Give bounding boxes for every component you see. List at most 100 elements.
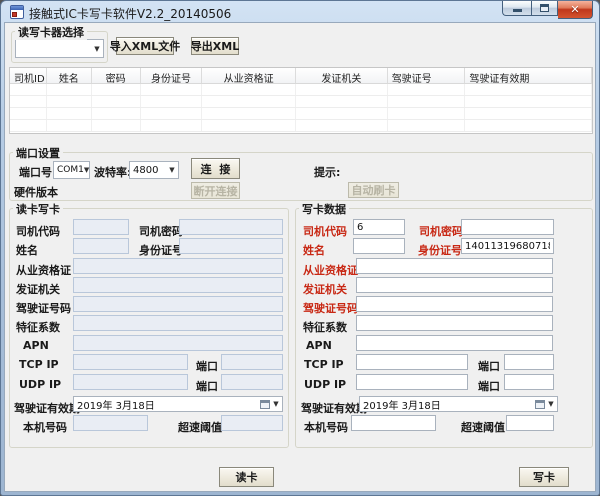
chevron-down-icon: ▼ xyxy=(270,400,282,408)
chevron-down-icon: ▼ xyxy=(91,45,103,53)
grid-header-6[interactable]: 驾驶证号 xyxy=(388,68,466,83)
read-card-license-number-input xyxy=(73,296,283,312)
write-card-qualification-cert-input[interactable] xyxy=(356,258,553,274)
connect-button[interactable]: 连 接 xyxy=(191,158,240,179)
grid-cell xyxy=(47,96,92,107)
read-card-id-number-label: 身份证号 xyxy=(139,242,183,258)
write-card-tcp-ip-input[interactable] xyxy=(356,354,468,370)
grid-cell xyxy=(465,120,592,131)
baud-rate-value: 4800 xyxy=(133,165,158,176)
write-card-speed-threshold-input[interactable] xyxy=(506,415,554,431)
read-card-speed-threshold-label: 超速阈值 xyxy=(178,419,222,435)
grid-cell xyxy=(141,120,203,131)
grid-cell xyxy=(388,120,466,131)
write-card-udp-port-label: 端口 xyxy=(478,378,500,394)
read-card-name-label: 姓名 xyxy=(16,242,38,258)
read-card-speed-threshold-input xyxy=(221,415,283,431)
grid-header-7[interactable]: 驾驶证有效期 xyxy=(465,68,592,83)
chevron-down-icon: ▼ xyxy=(166,166,178,174)
read-card-issuing-authority-input xyxy=(73,277,283,293)
write-card-license-number-label: 驾驶证号码 xyxy=(303,300,358,316)
chevron-down-icon: ▼ xyxy=(84,166,89,174)
port-settings-group-label: 端口设置 xyxy=(13,145,63,161)
app-icon xyxy=(10,5,24,19)
write-card-group-label: 写卡数据 xyxy=(299,201,349,217)
write-card-feature-coefficient-input[interactable] xyxy=(356,315,553,331)
export-xml-button[interactable]: 导出XML xyxy=(191,37,239,55)
write-card-driver-code-input[interactable] xyxy=(353,219,405,235)
grid-cell xyxy=(92,96,141,107)
grid-header-0[interactable]: 司机ID xyxy=(10,68,47,83)
write-card-qualification-cert-label: 从业资格证 xyxy=(303,262,358,278)
grid-header-2[interactable]: 密码 xyxy=(92,68,141,83)
read-card-tcp-port-label: 端口 xyxy=(196,358,218,374)
read-card-tcp-ip-label: TCP IP xyxy=(19,358,59,371)
minimize-button[interactable] xyxy=(502,1,531,16)
grid-header-5[interactable]: 发证机关 xyxy=(296,68,388,83)
grid-cell xyxy=(388,96,466,107)
hint-label: 提示: xyxy=(314,164,340,180)
read-card-driver-password-label: 司机密码 xyxy=(139,223,183,239)
grid-cell xyxy=(202,84,296,95)
grid-cell xyxy=(10,84,47,95)
write-card-tcp-port-input[interactable] xyxy=(504,354,554,370)
grid-header-row: 司机ID姓名密码身份证号从业资格证发证机关驾驶证号驾驶证有效期 xyxy=(10,68,592,84)
reader-select-group-label: 读写卡器选择 xyxy=(15,24,87,40)
read-card-driver-password-input xyxy=(179,219,283,235)
grid-header-3[interactable]: 身份证号 xyxy=(141,68,203,83)
auto-swipe-button: 自动刷卡 xyxy=(348,182,399,198)
read-card-license-expiry-label: 驾驶证有效期 xyxy=(14,400,80,416)
reader-select-combobox[interactable]: ▼ xyxy=(15,39,104,58)
close-button[interactable]: ✕ xyxy=(558,1,593,19)
read-card-udp-port-input xyxy=(221,374,283,390)
write-card-local-number-input[interactable] xyxy=(351,415,436,431)
write-card-name-label: 姓名 xyxy=(303,242,325,258)
read-card-qualification-cert-input xyxy=(73,258,283,274)
read-card-qualification-cert-label: 从业资格证 xyxy=(16,262,71,278)
write-card-udp-ip-input[interactable] xyxy=(356,374,468,390)
write-card-license-number-input[interactable] xyxy=(356,296,553,312)
read-card-license-expiry-datepicker[interactable]: 2019年 3月18日▼ xyxy=(73,396,283,412)
grid-cell xyxy=(47,120,92,131)
write-card-name-input[interactable] xyxy=(353,238,405,254)
write-card-apn-label: APN xyxy=(306,339,332,352)
grid-cell xyxy=(47,108,92,119)
read-card-button[interactable]: 读卡 xyxy=(219,467,274,487)
read-card-feature-coefficient-label: 特征系数 xyxy=(16,319,60,335)
baud-rate-combobox[interactable]: 4800 ▼ xyxy=(129,161,179,179)
write-card-id-number-input[interactable] xyxy=(461,238,554,254)
maximize-button[interactable] xyxy=(531,1,558,16)
app-window: 接触式IC卡写卡软件V2.2_20140506 ✕ 读写卡器选择 ▼ 导入XML… xyxy=(0,0,600,496)
grid-cell xyxy=(141,84,203,95)
read-card-issuing-authority-label: 发证机关 xyxy=(16,281,60,297)
grid-cell xyxy=(388,108,466,119)
port-number-label: 端口号: xyxy=(19,164,56,180)
write-card-local-number-label: 本机号码 xyxy=(304,419,348,435)
baud-rate-label: 波特率: xyxy=(94,164,131,180)
read-card-name-input xyxy=(73,238,129,254)
read-card-local-number-label: 本机号码 xyxy=(23,419,67,435)
hardware-version-label: 硬件版本 xyxy=(14,184,58,200)
write-card-udp-port-input[interactable] xyxy=(504,374,554,390)
write-card-speed-threshold-label: 超速阈值 xyxy=(461,419,505,435)
write-card-issuing-authority-input[interactable] xyxy=(356,277,553,293)
read-card-license-number-label: 驾驶证号码 xyxy=(16,300,71,316)
write-card-button[interactable]: 写卡 xyxy=(519,467,569,487)
grid-header-1[interactable]: 姓名 xyxy=(47,68,92,83)
grid-header-4[interactable]: 从业资格证 xyxy=(202,68,296,83)
write-card-license-expiry-datepicker[interactable]: 2019年 3月18日▼ xyxy=(359,396,558,412)
calendar-icon xyxy=(260,400,270,409)
grid-cell xyxy=(202,108,296,119)
read-card-local-number-input xyxy=(73,415,148,431)
read-card-feature-coefficient-input xyxy=(73,315,283,331)
write-card-driver-password-input[interactable] xyxy=(461,219,554,235)
write-card-tcp-ip-label: TCP IP xyxy=(304,358,344,371)
port-number-combobox[interactable]: COM1 ▼ xyxy=(53,161,90,179)
import-xml-button[interactable]: 导入XML文件 xyxy=(116,37,174,55)
grid-cell xyxy=(92,84,141,95)
minimize-icon xyxy=(513,9,522,12)
write-card-apn-input[interactable] xyxy=(356,335,553,351)
write-card-driver-code-label: 司机代码 xyxy=(303,223,347,239)
write-card-tcp-port-label: 端口 xyxy=(478,358,500,374)
grid-cell xyxy=(296,108,388,119)
